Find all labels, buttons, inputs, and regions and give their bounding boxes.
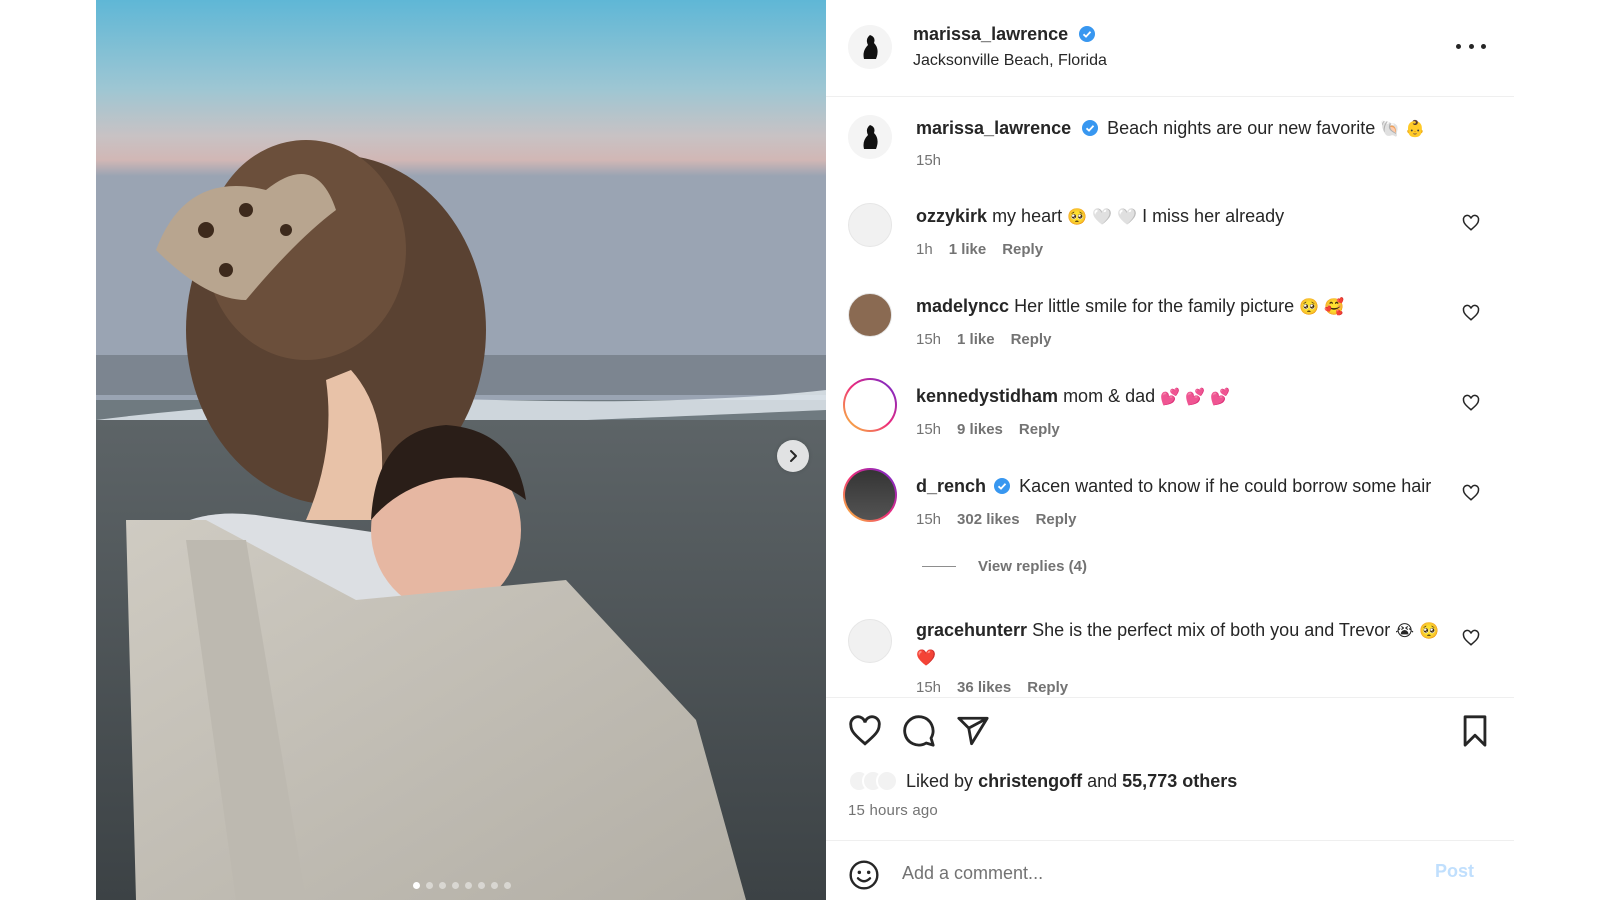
caption-time: 15h — [916, 152, 942, 169]
author-username[interactable]: marissa_lawrence — [913, 24, 1068, 44]
post-timestamp: 15 hours ago — [848, 802, 938, 819]
share-icon[interactable] — [956, 714, 990, 748]
more-icon — [1456, 43, 1461, 49]
post-location[interactable]: Jacksonville Beach, Florida — [913, 52, 1107, 70]
caption-row: marissa_lawrence Beach nights are our ne… — [826, 115, 1514, 185]
author-avatar[interactable] — [848, 115, 892, 159]
caption-text: marissa_lawrence Beach nights are our ne… — [916, 115, 1456, 142]
heart-icon[interactable] — [1462, 629, 1480, 647]
comment-username[interactable]: madelyncc — [916, 296, 1009, 316]
more-options-button[interactable] — [1456, 36, 1486, 56]
verified-icon — [1082, 120, 1099, 136]
smile-icon[interactable] — [848, 859, 880, 891]
caption-emoji: 🐚 👶 — [1380, 119, 1426, 138]
post-photo[interactable] — [96, 0, 826, 900]
caption-username[interactable]: marissa_lawrence — [916, 118, 1071, 138]
commenter-avatar[interactable] — [848, 619, 892, 663]
comment-text: d_rench Kacen wanted to know if he could… — [916, 476, 1432, 496]
likes-count[interactable]: 55,773 others — [1122, 771, 1237, 791]
heart-icon[interactable] — [1462, 304, 1480, 322]
comment-text: ozzykirk my heart 🥺 🤍 🤍 I miss her alrea… — [916, 206, 1285, 226]
carousel-dot — [413, 882, 420, 889]
carousel-dot — [439, 882, 446, 889]
comment-username[interactable]: d_rench — [916, 476, 986, 496]
comment-meta: 15h 36 likes Reply — [916, 679, 1069, 696]
caption-meta: 15h — [916, 152, 941, 169]
carousel-dot — [465, 882, 472, 889]
reply-button[interactable]: Reply — [1002, 241, 1043, 258]
comment-likes[interactable]: 9 likes — [957, 421, 1003, 438]
add-comment-bar: Post — [826, 840, 1514, 900]
carousel-dot — [426, 882, 433, 889]
verified-icon — [994, 478, 1011, 494]
comment-text: gracehunterr She is the perfect mix of b… — [916, 620, 1439, 667]
comment-username[interactable]: kennedystidham — [916, 386, 1058, 406]
view-replies-button[interactable]: View replies (4) — [922, 558, 1087, 575]
commenter-avatar-story[interactable] — [843, 378, 897, 432]
heart-icon[interactable] — [1462, 394, 1480, 412]
comment-likes[interactable]: 1 like — [957, 331, 995, 348]
post-comment-button[interactable]: Post — [1435, 861, 1474, 882]
carousel-indicator — [96, 882, 826, 889]
caption-body: Beach nights are our new favorite — [1107, 118, 1376, 138]
chevron-right-icon — [790, 450, 797, 462]
post-header: marissa_lawrence Jacksonville Beach, Flo… — [826, 0, 1514, 97]
verified-icon — [1078, 26, 1095, 42]
bookmark-icon[interactable] — [1458, 714, 1492, 748]
comment-row: ozzykirk my heart 🥺 🤍 🤍 I miss her alrea… — [826, 200, 1514, 270]
comments-list[interactable]: marissa_lawrence Beach nights are our ne… — [826, 97, 1514, 697]
comment-row: d_rench Kacen wanted to know if he could… — [826, 468, 1514, 578]
comment-meta: 15h 302 likes Reply — [916, 511, 1077, 528]
comment-row: kennedystidham mom & dad 💕 💕 💕 15h 9 lik… — [826, 378, 1514, 448]
reply-button[interactable]: Reply — [1036, 511, 1077, 528]
carousel-dot — [504, 882, 511, 889]
commenter-avatar[interactable] — [848, 293, 892, 337]
post-details-panel: marissa_lawrence Jacksonville Beach, Flo… — [826, 0, 1514, 900]
reply-button[interactable]: Reply — [1011, 331, 1052, 348]
commenter-avatar-story[interactable] — [843, 468, 897, 522]
reply-button[interactable]: Reply — [1027, 679, 1068, 696]
comment-row: madelyncc Her little smile for the famil… — [826, 290, 1514, 360]
comment-icon[interactable] — [902, 714, 936, 748]
post-actions: Liked by christengoff and 55,773 others … — [826, 697, 1514, 847]
comment-input[interactable] — [902, 855, 1402, 891]
comment-row: gracehunterr She is the perfect mix of b… — [826, 617, 1514, 697]
comment-likes[interactable]: 1 like — [949, 241, 987, 258]
comment-username[interactable]: gracehunterr — [916, 620, 1027, 640]
comment-likes[interactable]: 36 likes — [957, 679, 1011, 696]
next-slide-button[interactable] — [777, 440, 809, 472]
comment-username[interactable]: ozzykirk — [916, 206, 987, 226]
heart-icon[interactable] — [1462, 484, 1480, 502]
heart-icon[interactable] — [1462, 214, 1480, 232]
likes-summary[interactable]: Liked by christengoff and 55,773 others — [848, 770, 1237, 792]
comment-meta: 15h 9 likes Reply — [916, 421, 1060, 438]
comment-text: kennedystidham mom & dad 💕 💕 💕 — [916, 386, 1231, 406]
commenter-avatar[interactable] — [848, 203, 892, 247]
photo-image — [96, 0, 826, 900]
author-avatar[interactable] — [848, 25, 892, 69]
likes-text: Liked by christengoff and 55,773 others — [906, 770, 1238, 791]
comment-meta: 1h 1 like Reply — [916, 241, 1044, 258]
carousel-dot — [478, 882, 485, 889]
comment-text: madelyncc Her little smile for the famil… — [916, 296, 1345, 316]
carousel-dot — [452, 882, 459, 889]
heart-icon[interactable] — [848, 714, 882, 748]
liker-avatar — [876, 770, 898, 792]
carousel-dot — [491, 882, 498, 889]
reply-button[interactable]: Reply — [1019, 421, 1060, 438]
comment-likes[interactable]: 302 likes — [957, 511, 1020, 528]
comment-meta: 15h 1 like Reply — [916, 331, 1052, 348]
divider-line — [922, 566, 956, 567]
liker-username[interactable]: christengoff — [978, 771, 1082, 791]
